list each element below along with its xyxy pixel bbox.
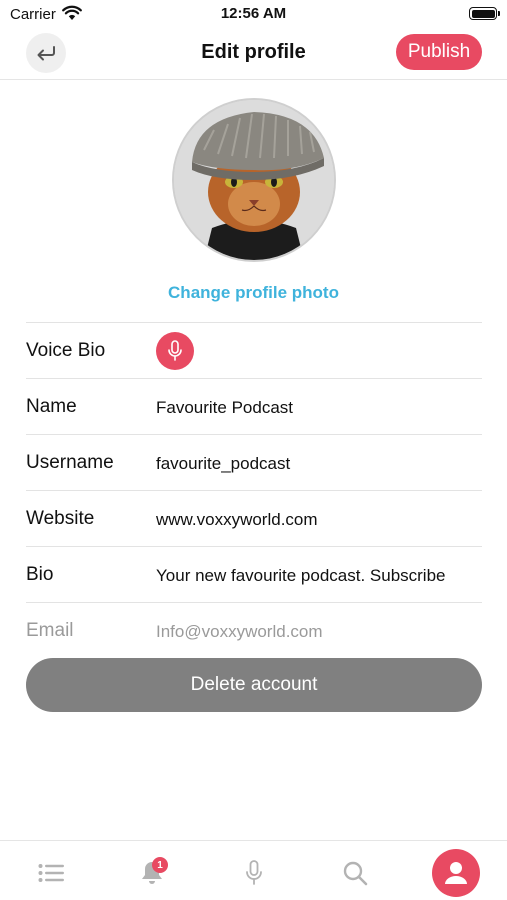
username-row: Username favourite_podcast: [26, 434, 482, 491]
name-field[interactable]: Favourite Podcast: [156, 398, 474, 418]
username-field[interactable]: favourite_podcast: [156, 454, 474, 474]
profile-tab-active: [432, 849, 480, 897]
email-label: Email: [26, 620, 74, 641]
microphone-icon: [168, 340, 182, 361]
list-icon: [38, 864, 64, 882]
cat-photo-image: [174, 100, 334, 260]
microphone-icon: [246, 860, 262, 885]
tab-profile[interactable]: [432, 849, 480, 897]
tab-record[interactable]: [230, 849, 278, 897]
back-arrow-icon: [37, 46, 55, 61]
publish-button[interactable]: Publish: [396, 34, 482, 70]
profile-form: Voice Bio Name Favourite Podcast Usernam…: [26, 322, 482, 658]
voice-bio-label: Voice Bio: [26, 340, 106, 361]
bio-label: Bio: [26, 564, 54, 585]
profile-icon: [445, 862, 467, 884]
name-label: Name: [26, 396, 77, 417]
website-field[interactable]: www.voxxyworld.com: [156, 510, 474, 530]
email-row: Email Info@voxxyworld.com: [26, 602, 482, 658]
back-button[interactable]: [26, 33, 66, 73]
bio-row: Bio Your new favourite podcast. Subscrib…: [26, 546, 482, 602]
status-bar: Carrier 12:56 AM: [0, 0, 507, 28]
tab-search[interactable]: [331, 849, 379, 897]
username-label: Username: [26, 452, 114, 473]
profile-photo[interactable]: [172, 98, 336, 262]
tab-feed[interactable]: [27, 849, 75, 897]
search-icon: [343, 861, 368, 886]
name-row: Name Favourite Podcast: [26, 378, 482, 435]
tab-bar: 1: [0, 840, 507, 900]
website-row: Website www.voxxyworld.com: [26, 490, 482, 547]
delete-account-button[interactable]: Delete account: [26, 658, 482, 712]
voice-bio-row: Voice Bio: [26, 322, 482, 378]
change-profile-photo-link[interactable]: Change profile photo: [0, 283, 507, 303]
battery-icon: [469, 7, 500, 20]
notification-badge: 1: [152, 857, 168, 873]
clock: 12:56 AM: [220, 5, 287, 22]
website-label: Website: [26, 508, 95, 529]
nav-header: Edit profile Publish: [0, 28, 507, 80]
bio-field[interactable]: Your new favourite podcast. Subscribe: [156, 566, 474, 586]
email-field: Info@voxxyworld.com: [156, 622, 323, 641]
record-voice-bio-button[interactable]: [156, 332, 194, 370]
tab-notifications[interactable]: 1: [128, 849, 176, 897]
